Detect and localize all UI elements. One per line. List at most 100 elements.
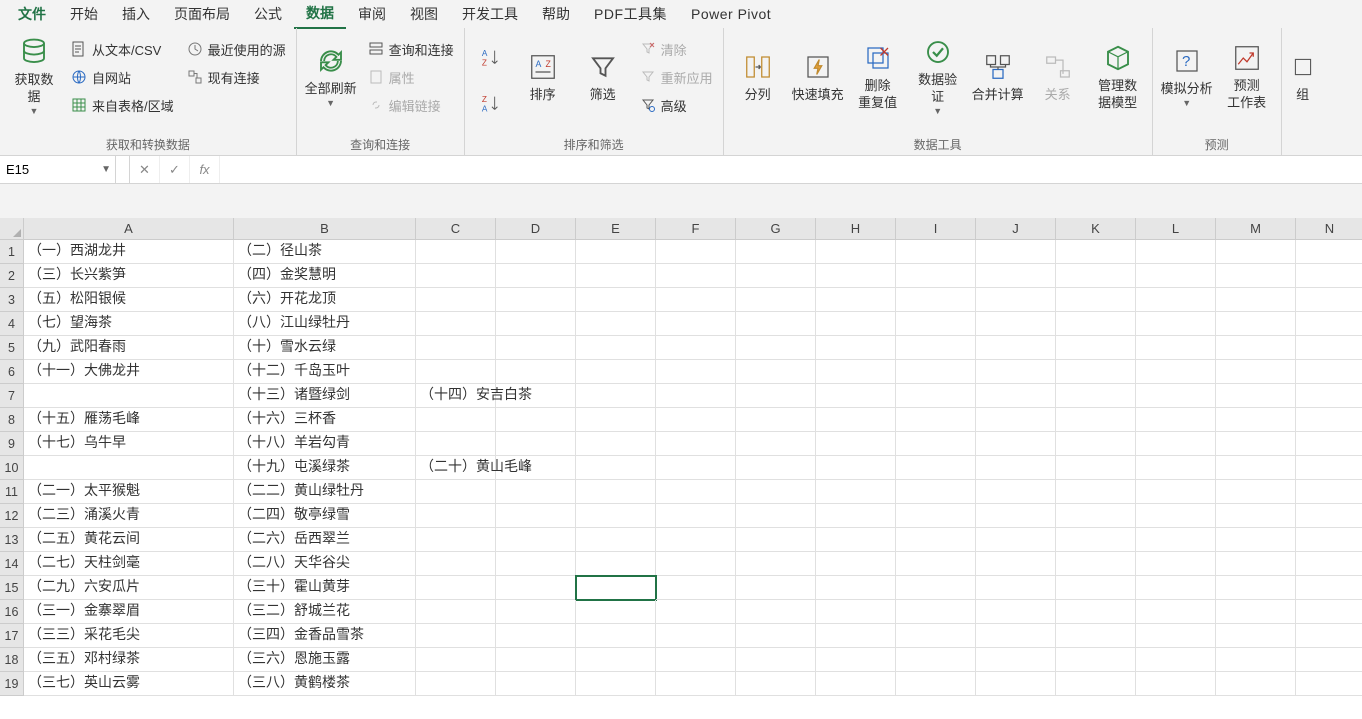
cell[interactable] xyxy=(496,360,576,384)
cell[interactable]: （二）径山茶 xyxy=(234,240,416,264)
cell[interactable] xyxy=(496,528,576,552)
cancel-formula-button[interactable]: ✕ xyxy=(130,156,160,183)
row-header[interactable]: 14 xyxy=(0,552,24,576)
menu-item-insert[interactable]: 插入 xyxy=(110,0,162,28)
menu-item-powerpivot[interactable]: Power Pivot xyxy=(679,2,783,26)
cell[interactable] xyxy=(736,264,816,288)
cell[interactable] xyxy=(1056,264,1136,288)
cell[interactable] xyxy=(816,504,896,528)
cell[interactable] xyxy=(896,456,976,480)
cell[interactable] xyxy=(576,456,656,480)
cell[interactable] xyxy=(496,600,576,624)
cell[interactable] xyxy=(416,240,496,264)
cell[interactable] xyxy=(656,672,736,696)
cell[interactable] xyxy=(576,336,656,360)
cell[interactable]: （三）长兴紫笋 xyxy=(24,264,234,288)
enter-formula-button[interactable]: ✓ xyxy=(160,156,190,183)
column-header[interactable]: I xyxy=(896,218,976,240)
data-validation-button[interactable]: 数据验 证 ▼ xyxy=(910,32,966,122)
cell[interactable] xyxy=(1136,312,1216,336)
cell[interactable] xyxy=(976,288,1056,312)
cell[interactable] xyxy=(1136,360,1216,384)
cell[interactable] xyxy=(976,312,1056,336)
cell[interactable] xyxy=(576,432,656,456)
cell[interactable] xyxy=(976,600,1056,624)
cell[interactable] xyxy=(1056,600,1136,624)
cell[interactable] xyxy=(736,480,816,504)
cell[interactable]: （七）望海茶 xyxy=(24,312,234,336)
cell[interactable] xyxy=(976,552,1056,576)
row-header[interactable]: 10 xyxy=(0,456,24,480)
cell[interactable] xyxy=(736,600,816,624)
cell[interactable] xyxy=(1136,576,1216,600)
cell[interactable] xyxy=(1296,408,1362,432)
cell[interactable]: （二八）天华谷尖 xyxy=(234,552,416,576)
column-header[interactable]: E xyxy=(576,218,656,240)
cell[interactable] xyxy=(1216,312,1296,336)
cell[interactable] xyxy=(1296,336,1362,360)
cell[interactable] xyxy=(816,480,896,504)
cell[interactable]: （二五）黄花云间 xyxy=(24,528,234,552)
menu-item-help[interactable]: 帮助 xyxy=(530,0,582,28)
cell[interactable] xyxy=(576,312,656,336)
cell[interactable] xyxy=(496,408,576,432)
cell[interactable] xyxy=(1136,456,1216,480)
cell[interactable] xyxy=(576,384,656,408)
cell[interactable] xyxy=(976,504,1056,528)
cell[interactable] xyxy=(896,432,976,456)
cell[interactable] xyxy=(656,312,736,336)
cell[interactable] xyxy=(496,552,576,576)
cell[interactable] xyxy=(1216,648,1296,672)
cell[interactable] xyxy=(1216,360,1296,384)
cell[interactable] xyxy=(816,264,896,288)
consolidate-button[interactable]: 合并计算 xyxy=(970,32,1026,122)
cell[interactable]: （一）西湖龙井 xyxy=(24,240,234,264)
cell[interactable] xyxy=(1216,600,1296,624)
what-if-button[interactable]: ? 模拟分析 ▼ xyxy=(1159,32,1215,122)
menu-item-formulas[interactable]: 公式 xyxy=(242,0,294,28)
cell[interactable] xyxy=(896,504,976,528)
row-header[interactable]: 9 xyxy=(0,432,24,456)
flash-fill-button[interactable]: 快速填充 xyxy=(790,32,846,122)
cell[interactable] xyxy=(976,672,1056,696)
cell[interactable] xyxy=(656,360,736,384)
cell[interactable] xyxy=(976,528,1056,552)
cell[interactable] xyxy=(1056,360,1136,384)
cell[interactable] xyxy=(736,360,816,384)
manage-data-model-button[interactable]: 管理数 据模型 xyxy=(1090,32,1146,122)
cell[interactable] xyxy=(416,360,496,384)
cell[interactable]: （三二）舒城兰花 xyxy=(234,600,416,624)
cell[interactable] xyxy=(496,624,576,648)
cell[interactable] xyxy=(976,624,1056,648)
menu-item-home[interactable]: 开始 xyxy=(58,0,110,28)
menu-item-data[interactable]: 数据 xyxy=(294,0,346,29)
cell[interactable] xyxy=(1296,504,1362,528)
advanced-filter-button[interactable]: 高级 xyxy=(635,92,717,118)
cell[interactable] xyxy=(816,552,896,576)
column-header[interactable]: H xyxy=(816,218,896,240)
column-header[interactable]: N xyxy=(1296,218,1362,240)
column-header[interactable]: M xyxy=(1216,218,1296,240)
cell[interactable] xyxy=(896,480,976,504)
formula-input[interactable] xyxy=(220,156,1362,183)
menu-item-pdftools[interactable]: PDF工具集 xyxy=(582,0,679,28)
column-header[interactable]: A xyxy=(24,218,234,240)
cell[interactable] xyxy=(1056,672,1136,696)
cell[interactable] xyxy=(816,240,896,264)
cell[interactable] xyxy=(896,528,976,552)
cell[interactable] xyxy=(496,264,576,288)
column-header[interactable]: K xyxy=(1056,218,1136,240)
cell[interactable]: （五）松阳银候 xyxy=(24,288,234,312)
cell[interactable] xyxy=(416,480,496,504)
cell[interactable] xyxy=(1216,264,1296,288)
cell[interactable] xyxy=(496,576,576,600)
name-box-input[interactable] xyxy=(0,156,115,183)
cell[interactable]: （十二）千岛玉叶 xyxy=(234,360,416,384)
cell[interactable] xyxy=(1056,480,1136,504)
cell[interactable] xyxy=(576,504,656,528)
row-header[interactable]: 5 xyxy=(0,336,24,360)
cell[interactable]: （四）金奖慧明 xyxy=(234,264,416,288)
cell[interactable] xyxy=(736,648,816,672)
cell[interactable] xyxy=(736,432,816,456)
cell[interactable] xyxy=(896,576,976,600)
